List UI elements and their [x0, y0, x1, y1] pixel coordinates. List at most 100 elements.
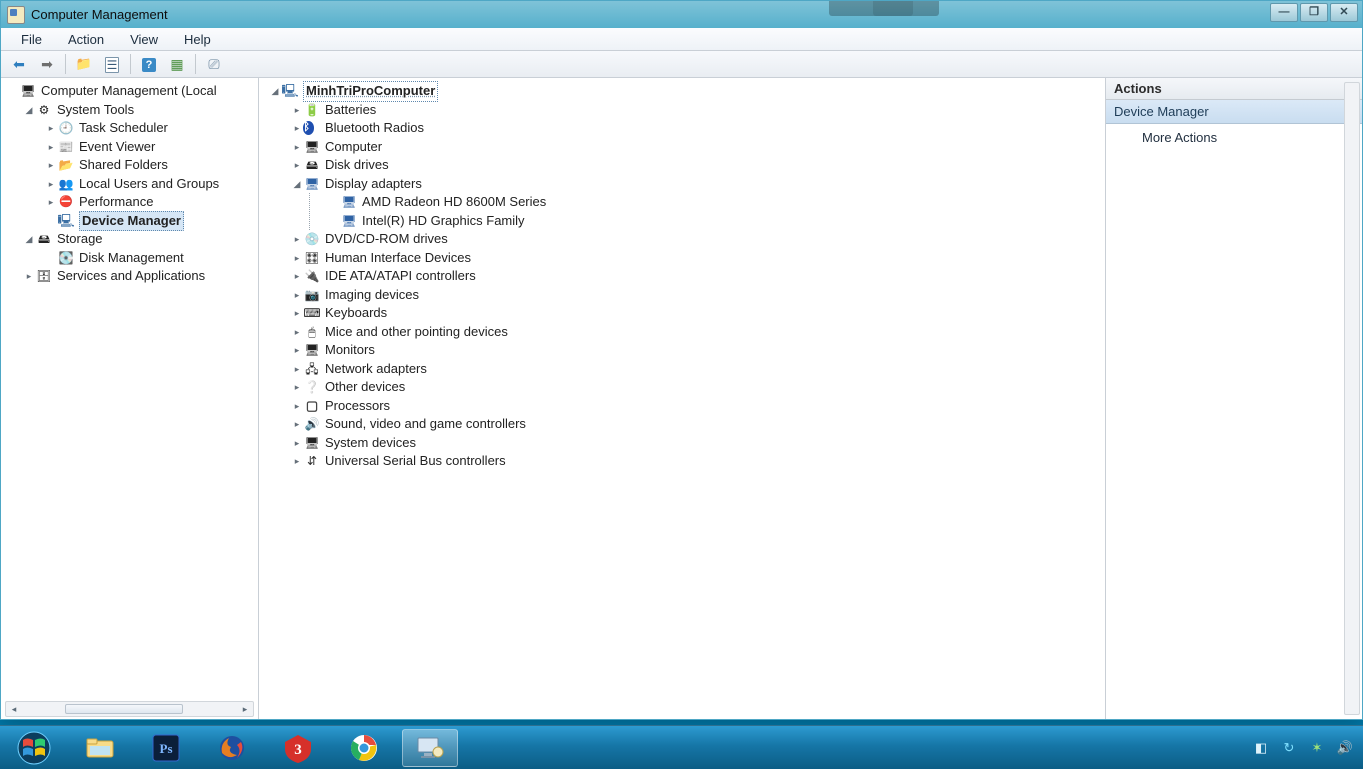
dev-dvd[interactable]: ▸DVD/CD-ROM drives	[263, 230, 1105, 249]
tray-volume-icon[interactable]: 🔊	[1337, 740, 1353, 756]
up-folder-button[interactable]	[72, 53, 96, 75]
expander-icon[interactable]: ▸	[291, 378, 303, 397]
expander-icon[interactable]: ▸	[291, 230, 303, 249]
dev-keyboards[interactable]: ▸Keyboards	[263, 304, 1105, 323]
local-users-icon	[57, 176, 75, 192]
actions-more-actions[interactable]: More Actions	[1106, 124, 1362, 151]
scan-hardware-button[interactable]	[202, 53, 226, 75]
taskbar-photoshop[interactable]: Ps	[138, 729, 194, 767]
vertical-scrollbar[interactable]	[1344, 82, 1360, 715]
expander-icon[interactable]: ▸	[291, 415, 303, 434]
expander-icon[interactable]: ▸	[291, 101, 303, 120]
tray-action-center-icon[interactable]: ◧	[1253, 740, 1269, 756]
dev-computer[interactable]: ▸Computer	[263, 138, 1105, 157]
horizontal-scrollbar[interactable]: ◂ ▸	[5, 701, 254, 717]
dev-imaging[interactable]: ▸Imaging devices	[263, 286, 1105, 305]
start-button[interactable]	[6, 729, 62, 767]
dev-network[interactable]: ▸Network adapters	[263, 360, 1105, 379]
menu-help[interactable]: Help	[172, 30, 223, 49]
nav-forward-button[interactable]	[35, 53, 59, 75]
dev-other[interactable]: ▸Other devices	[263, 378, 1105, 397]
expander-icon[interactable]: ◢	[291, 175, 303, 194]
dev-system[interactable]: ▸System devices	[263, 434, 1105, 453]
tree-label: Intel(R) HD Graphics Family	[362, 212, 525, 231]
taskbar-chrome[interactable]	[336, 729, 392, 767]
expander-icon[interactable]: ▸	[291, 323, 303, 342]
dev-monitors[interactable]: ▸Monitors	[263, 341, 1105, 360]
expander-icon[interactable]: ▸	[291, 452, 303, 471]
dev-display-child-amd[interactable]: AMD Radeon HD 8600M Series	[310, 193, 1105, 212]
dev-ide[interactable]: ▸IDE ATA/ATAPI controllers	[263, 267, 1105, 286]
nav-back-button[interactable]	[7, 53, 31, 75]
tree-storage[interactable]: ◢ Storage	[5, 230, 258, 249]
scroll-right-button[interactable]: ▸	[237, 702, 253, 716]
expander-icon[interactable]: ◢	[23, 230, 35, 249]
tree-services-apps[interactable]: ▸ Services and Applications	[5, 267, 258, 286]
console-tree[interactable]: Computer Management (Local ◢ System Tool…	[1, 78, 258, 308]
expander-icon[interactable]: ▸	[291, 397, 303, 416]
dev-bluetooth[interactable]: ▸Bluetooth Radios	[263, 119, 1105, 138]
menu-action[interactable]: Action	[56, 30, 116, 49]
taskbar-computer-management[interactable]	[402, 729, 458, 767]
dev-disk-drives[interactable]: ▸Disk drives	[263, 156, 1105, 175]
expander-icon[interactable]: ▸	[291, 286, 303, 305]
expander-icon[interactable]: ▸	[291, 267, 303, 286]
tree-task-scheduler[interactable]: ▸ Task Scheduler	[5, 119, 258, 138]
expander-icon[interactable]: ▸	[291, 434, 303, 453]
close-button[interactable]: ✕	[1330, 3, 1358, 22]
menu-view[interactable]: View	[118, 30, 170, 49]
dev-usb[interactable]: ▸Universal Serial Bus controllers	[263, 452, 1105, 471]
tree-device-manager[interactable]: Device Manager	[5, 212, 258, 231]
device-root[interactable]: ◢ MinhTriProComputer	[263, 82, 1105, 101]
expander-icon[interactable]: ▸	[45, 119, 57, 138]
tree-local-users[interactable]: ▸ Local Users and Groups	[5, 175, 258, 194]
expander-icon[interactable]: ▸	[291, 304, 303, 323]
tree-event-viewer[interactable]: ▸ Event Viewer	[5, 138, 258, 157]
expander-icon[interactable]: ▸	[45, 156, 57, 175]
menu-file[interactable]: File	[9, 30, 54, 49]
dev-display-adapters[interactable]: ◢ Display adapters	[263, 175, 1105, 194]
expander-icon[interactable]: ▸	[291, 249, 303, 268]
tree-performance[interactable]: ▸ Performance	[5, 193, 258, 212]
window-titlebar[interactable]: Computer Management — ❐ ✕	[1, 1, 1362, 28]
expander-icon[interactable]: ◢	[23, 101, 35, 120]
taskbar[interactable]: Ps 3 ◧	[0, 725, 1363, 769]
expander-icon[interactable]: ▸	[291, 360, 303, 379]
dev-sound[interactable]: ▸Sound, video and game controllers	[263, 415, 1105, 434]
scroll-thumb[interactable]	[65, 704, 183, 714]
expander-icon[interactable]: ▸	[23, 267, 35, 286]
export-button[interactable]	[165, 53, 189, 75]
tray-network-icon[interactable]: ✶	[1309, 740, 1325, 756]
expander-icon[interactable]: ▸	[291, 341, 303, 360]
dev-hid[interactable]: ▸Human Interface Devices	[263, 249, 1105, 268]
expander-icon[interactable]: ▸	[291, 156, 303, 175]
taskbar-firefox[interactable]	[204, 729, 260, 767]
help-button[interactable]	[137, 53, 161, 75]
scroll-left-button[interactable]: ◂	[6, 702, 22, 716]
tray-sync-icon[interactable]: ↻	[1281, 740, 1297, 756]
expander-icon[interactable]: ◢	[269, 82, 281, 101]
expander-icon[interactable]: ▸	[45, 175, 57, 194]
tree-system-tools[interactable]: ◢ System Tools	[5, 101, 258, 120]
system-tray[interactable]: ◧ ↻ ✶ 🔊	[1253, 740, 1357, 756]
actions-section-device-manager[interactable]: Device Manager ▲	[1106, 100, 1362, 124]
dev-mice[interactable]: ▸Mice and other pointing devices	[263, 323, 1105, 342]
expander-icon[interactable]: ▸	[45, 138, 57, 157]
dev-display-child-intel[interactable]: Intel(R) HD Graphics Family	[310, 212, 1105, 231]
tree-disk-management[interactable]: Disk Management	[5, 249, 258, 268]
expander-icon[interactable]: ▸	[291, 138, 303, 157]
taskbar-app-3[interactable]: 3	[270, 729, 326, 767]
dev-processors[interactable]: ▸Processors	[263, 397, 1105, 416]
maximize-button[interactable]: ❐	[1300, 3, 1328, 22]
tree-shared-folders[interactable]: ▸ Shared Folders	[5, 156, 258, 175]
tree-root[interactable]: Computer Management (Local	[5, 82, 258, 101]
tree-label: Display adapters	[325, 175, 422, 194]
dev-batteries[interactable]: ▸Batteries	[263, 101, 1105, 120]
properties-button[interactable]	[100, 53, 124, 75]
scroll-track[interactable]	[22, 704, 237, 714]
expander-icon[interactable]: ▸	[291, 119, 303, 138]
minimize-button[interactable]: —	[1270, 3, 1298, 22]
device-tree[interactable]: ◢ MinhTriProComputer ▸Batteries ▸Bluetoo…	[259, 78, 1105, 493]
expander-icon[interactable]: ▸	[45, 193, 57, 212]
taskbar-explorer[interactable]	[72, 729, 128, 767]
